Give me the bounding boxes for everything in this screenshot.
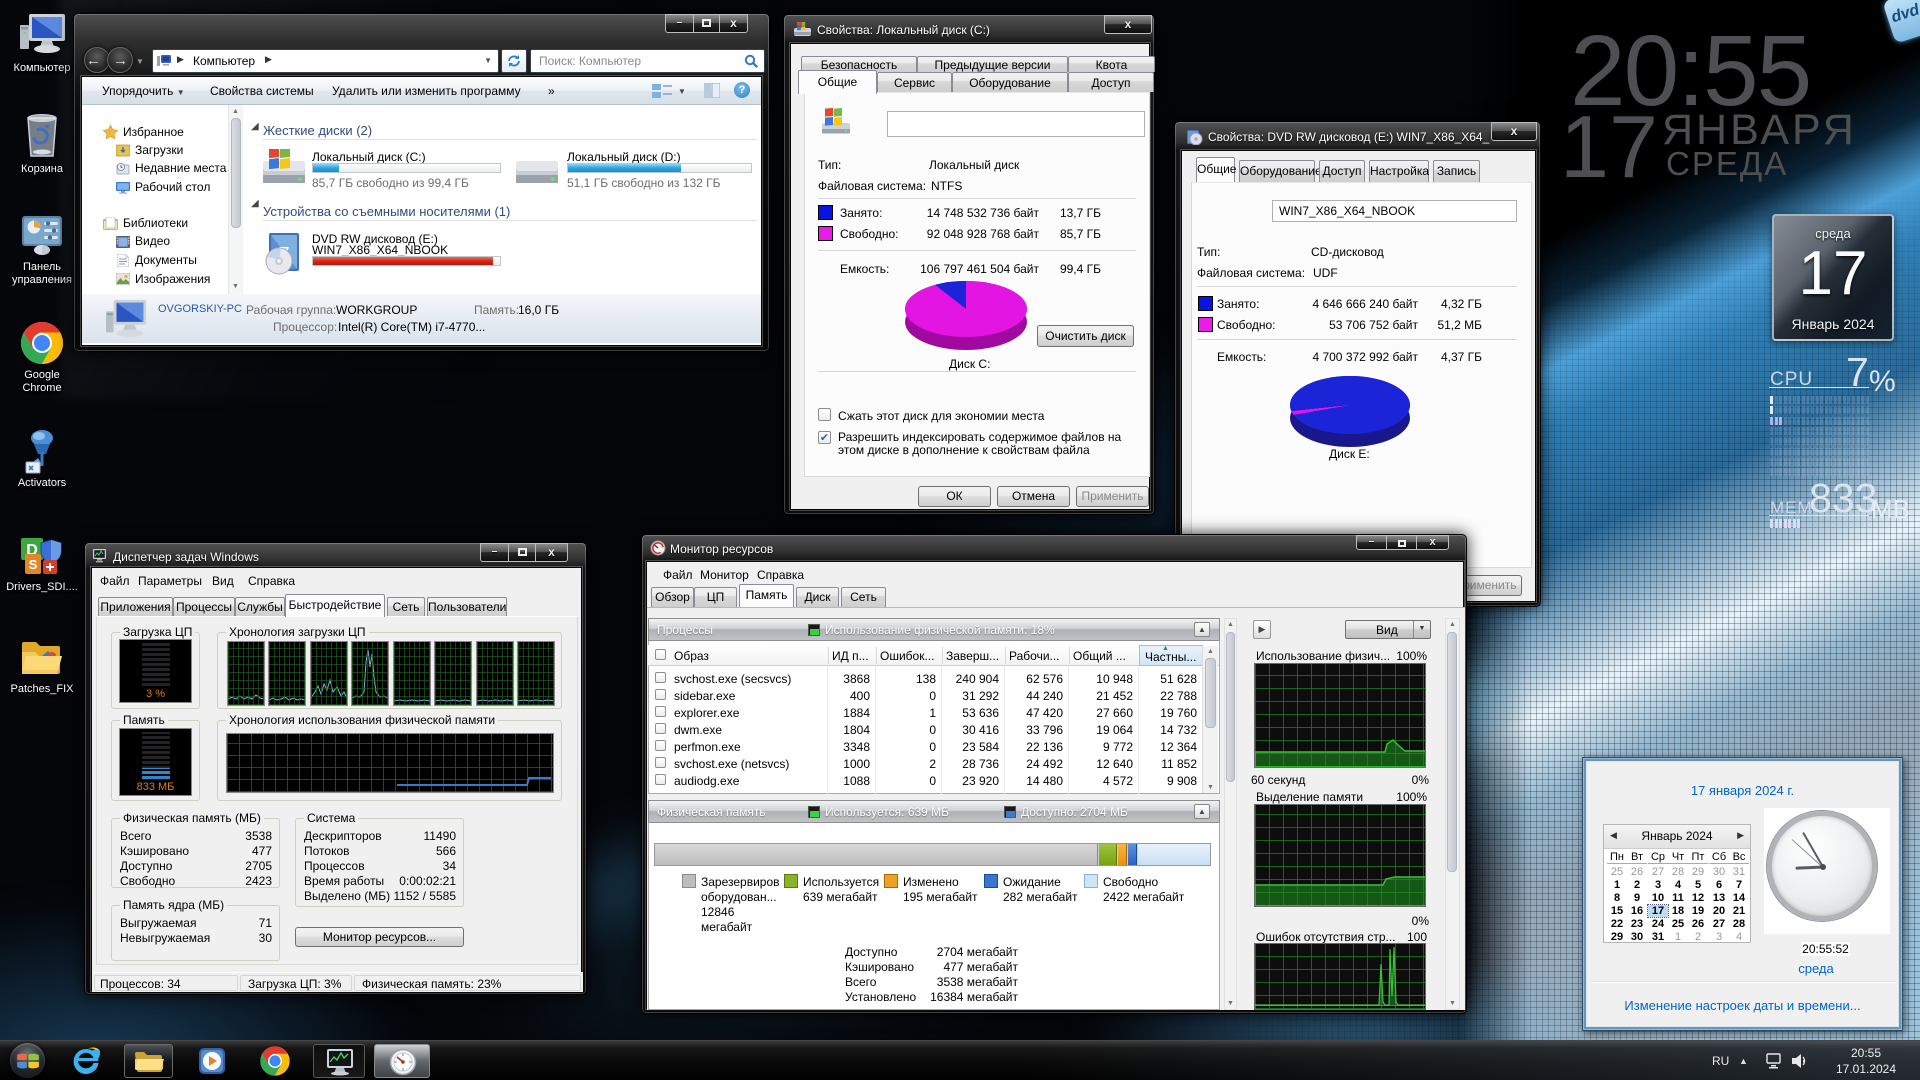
svg-text:S: S <box>29 557 38 572</box>
